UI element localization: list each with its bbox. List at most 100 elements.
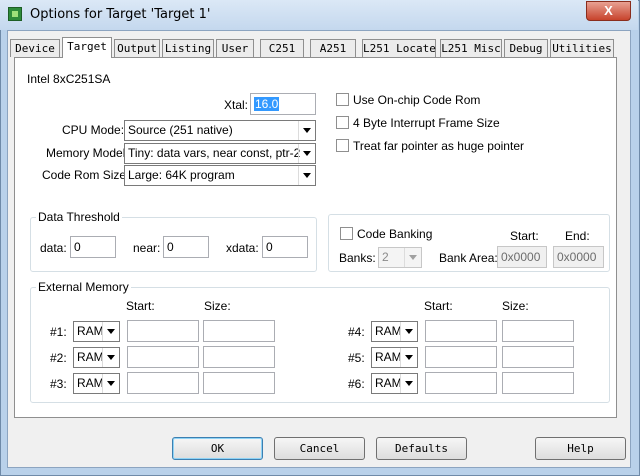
ext-mem-5-start-input[interactable] — [425, 346, 497, 368]
code-rom-size-value: Large: 64K program — [128, 168, 235, 182]
ext-mem-2-size-input[interactable] — [203, 346, 275, 368]
ext-mem-5-label: #5: — [348, 351, 365, 365]
chevron-down-icon — [298, 166, 315, 185]
ext-mem-6-type: RAM — [375, 376, 402, 390]
ext-mem-5-type: RAM — [375, 350, 402, 364]
ext-size-header-left: Size: — [204, 299, 231, 313]
chevron-down-icon — [102, 374, 119, 393]
xtal-value: 16.0 — [254, 97, 280, 111]
ext-start-header-left: Start: — [126, 299, 155, 313]
external-memory-title: External Memory — [36, 280, 131, 294]
data-threshold-near-label: near: — [133, 241, 161, 255]
ext-mem-2-type-select[interactable]: RAM — [73, 347, 120, 368]
far-pointer-huge-checkbox[interactable] — [336, 139, 349, 152]
ext-mem-4-size-input[interactable] — [502, 320, 574, 342]
chevron-down-icon — [400, 322, 417, 341]
memory-model-label: Memory Model: — [46, 146, 129, 160]
ext-mem-4-type: RAM — [375, 324, 402, 338]
use-on-chip-code-rom-checkbox[interactable] — [336, 93, 349, 106]
tab-target[interactable]: Target — [62, 37, 112, 58]
ext-mem-3-size-input[interactable] — [203, 372, 275, 394]
data-threshold-title: Data Threshold — [36, 210, 122, 224]
ok-button[interactable]: OK — [172, 437, 263, 460]
data-threshold-xdata-input[interactable]: 0 — [262, 236, 308, 258]
ext-mem-2-label: #2: — [50, 351, 67, 365]
banks-value: 2 — [382, 250, 389, 264]
banks-select[interactable]: 2 — [378, 247, 422, 268]
ext-mem-4-type-select[interactable]: RAM — [371, 321, 418, 342]
chevron-down-icon — [298, 121, 315, 140]
code-banking-label: Code Banking — [357, 227, 433, 241]
xtal-label: Xtal: — [224, 98, 249, 112]
ext-mem-6-label: #6: — [348, 377, 365, 391]
ext-mem-4-start-input[interactable] — [425, 320, 497, 342]
far-pointer-huge-label: Treat far pointer as huge pointer — [353, 139, 524, 153]
chevron-down-icon — [400, 374, 417, 393]
code-banking-checkbox[interactable] — [340, 227, 353, 240]
window-title: Options for Target 'Target 1' — [30, 7, 211, 22]
ext-mem-3-start-input[interactable] — [127, 372, 199, 394]
ext-mem-1-type-select[interactable]: RAM — [73, 321, 120, 342]
interrupt-frame-size-label: 4 Byte Interrupt Frame Size — [353, 116, 500, 130]
bank-area-label: Bank Area: — [439, 251, 498, 265]
help-button[interactable]: Help — [535, 437, 626, 460]
ext-mem-5-type-select[interactable]: RAM — [371, 347, 418, 368]
tab-device[interactable]: Device — [10, 39, 60, 57]
bank-start-input[interactable]: 0x0000 — [497, 246, 547, 268]
bank-end-input[interactable]: 0x0000 — [553, 246, 604, 268]
ext-mem-6-size-input[interactable] — [502, 372, 574, 394]
bank-end-label: End: — [565, 229, 590, 243]
chevron-down-icon — [400, 348, 417, 367]
data-threshold-data-input[interactable]: 0 — [70, 236, 116, 258]
ext-mem-1-label: #1: — [50, 325, 67, 339]
ext-mem-3-label: #3: — [50, 377, 67, 391]
tab-utilities[interactable]: Utilities — [550, 39, 614, 57]
tab-c251[interactable]: C251 — [260, 39, 304, 57]
data-threshold-xdata-label: xdata: — [226, 241, 259, 255]
code-rom-size-select[interactable]: Large: 64K program — [124, 165, 316, 186]
tab-l251-locate[interactable]: L251 Locate — [362, 39, 436, 57]
ext-mem-4-label: #4: — [348, 325, 365, 339]
tab-strip: Device Target Output Listing User C251 A… — [10, 37, 620, 58]
tab-listing[interactable]: Listing — [162, 39, 214, 57]
ext-mem-1-start-input[interactable] — [127, 320, 199, 342]
ext-mem-1-type: RAM — [77, 324, 104, 338]
ext-mem-2-type: RAM — [77, 350, 104, 364]
defaults-button[interactable]: Defaults — [376, 437, 467, 460]
tab-debug[interactable]: Debug — [504, 39, 548, 57]
ext-mem-2-start-input[interactable] — [127, 346, 199, 368]
data-threshold-near-input[interactable]: 0 — [163, 236, 209, 258]
tab-a251[interactable]: A251 — [310, 39, 356, 57]
ext-mem-1-size-input[interactable] — [203, 320, 275, 342]
ext-start-header-right: Start: — [424, 299, 453, 313]
app-icon — [8, 7, 22, 21]
data-threshold-data-label: data: — [40, 241, 67, 255]
chevron-down-icon — [404, 248, 421, 267]
ext-mem-3-type-select[interactable]: RAM — [73, 373, 120, 394]
ext-size-header-right: Size: — [502, 299, 529, 313]
chevron-down-icon — [298, 144, 315, 163]
cancel-button[interactable]: Cancel — [274, 437, 365, 460]
ext-mem-5-size-input[interactable] — [502, 346, 574, 368]
use-on-chip-code-rom-label: Use On-chip Code Rom — [353, 93, 481, 107]
cpu-mode-select[interactable]: Source (251 native) — [124, 120, 316, 141]
ext-mem-3-type: RAM — [77, 376, 104, 390]
chevron-down-icon — [102, 348, 119, 367]
ext-mem-6-start-input[interactable] — [425, 372, 497, 394]
cpu-mode-label: CPU Mode: — [62, 123, 125, 137]
xtal-input[interactable]: 16.0 — [250, 93, 316, 115]
interrupt-frame-size-checkbox[interactable] — [336, 116, 349, 129]
tab-l251-misc[interactable]: L251 Misc — [440, 39, 502, 57]
tab-output[interactable]: Output — [114, 39, 160, 57]
bank-start-label: Start: — [510, 229, 539, 243]
tab-user[interactable]: User — [216, 39, 254, 57]
banks-label: Banks: — [339, 251, 376, 265]
cpu-mode-value: Source (251 native) — [128, 123, 233, 137]
memory-model-select[interactable]: Tiny: data vars, near const, ptr-2 — [124, 143, 316, 164]
code-rom-size-label: Code Rom Size: — [42, 168, 130, 182]
memory-model-value: Tiny: data vars, near const, ptr-2 — [128, 146, 301, 160]
device-name: Intel 8xC251SA — [27, 72, 111, 86]
chevron-down-icon — [102, 322, 119, 341]
ext-mem-6-type-select[interactable]: RAM — [371, 373, 418, 394]
close-button[interactable]: X — [586, 1, 631, 21]
